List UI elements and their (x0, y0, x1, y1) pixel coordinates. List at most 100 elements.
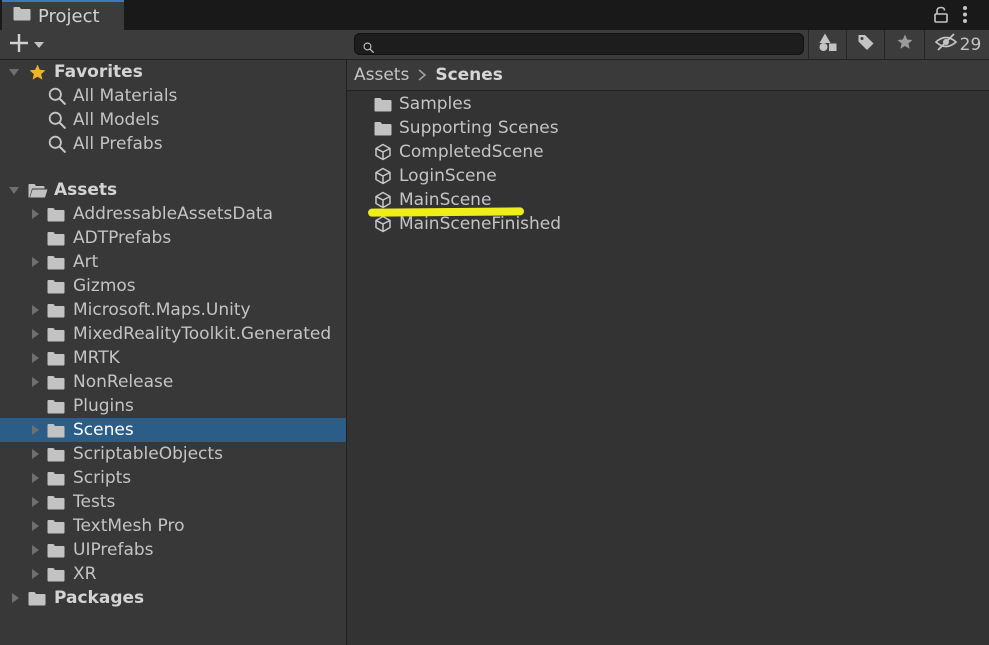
expand-arrow-right-icon[interactable] (29, 376, 41, 388)
search-icon (48, 135, 66, 153)
folder-icon (28, 591, 46, 606)
asset-label: CompletedScene (399, 142, 544, 162)
tree-folder-nonrelease[interactable]: NonRelease (0, 370, 346, 394)
folder-icon (47, 351, 65, 366)
folder-icon (47, 207, 65, 222)
tree-packages[interactable]: Packages (0, 586, 346, 610)
folder-contents-pane: Assets Scenes Samples Supporting Scenes … (347, 60, 989, 645)
expand-arrow-right-icon[interactable] (29, 208, 41, 220)
expand-arrow-right-icon[interactable] (29, 448, 41, 460)
tree-label: Packages (54, 588, 145, 608)
tree-label: All Materials (73, 86, 178, 106)
kebab-menu-icon[interactable] (961, 5, 969, 30)
tree-folder-adtprefabs[interactable]: ADTPrefabs (0, 226, 346, 250)
favorite-button[interactable] (884, 30, 925, 59)
folder-icon (374, 121, 392, 136)
tab-label: Project (38, 5, 100, 27)
project-toolbar: 29 (0, 30, 989, 60)
tree-folder-plugins[interactable]: Plugins (0, 394, 346, 418)
asset-label: Samples (399, 94, 472, 114)
unity-scene-icon (374, 167, 392, 185)
folder-open-icon (28, 183, 48, 198)
expand-arrow-right-icon[interactable] (29, 424, 41, 436)
asset-folder-supporting-scenes[interactable]: Supporting Scenes (347, 116, 989, 140)
tree-label: NonRelease (73, 372, 174, 392)
search-icon (363, 38, 374, 58)
tree-folder-microsoft-maps-unity[interactable]: Microsoft.Maps.Unity (0, 298, 346, 322)
favorite-all-models[interactable]: All Models (0, 108, 346, 132)
favorite-star-icon (28, 63, 47, 82)
tree-folder-art[interactable]: Art (0, 250, 346, 274)
tree-folder-scripts[interactable]: Scripts (0, 466, 346, 490)
label-tag-icon (857, 33, 875, 56)
tree-label: ADTPrefabs (73, 228, 172, 248)
folder-icon (47, 255, 65, 270)
expand-arrow-right-icon[interactable] (29, 544, 41, 556)
filter-by-label-button[interactable] (846, 30, 885, 59)
tree-assets[interactable]: Assets (0, 178, 346, 202)
expand-arrow-down-icon[interactable] (8, 66, 20, 78)
tree-folder-addressableassetsdata[interactable]: AddressableAssetsData (0, 202, 346, 226)
folder-icon (47, 519, 65, 534)
eye-slash-icon (934, 33, 958, 56)
tab-project[interactable]: Project (2, 0, 124, 30)
breadcrumb-item-assets[interactable]: Assets (354, 65, 409, 85)
hidden-packages-toggle[interactable]: 29 (924, 30, 989, 59)
unity-scene-icon (374, 215, 392, 233)
folder-icon (47, 543, 65, 558)
unity-scene-icon (374, 191, 392, 209)
folder-icon (47, 303, 65, 318)
tree-label: TextMesh Pro (73, 516, 185, 536)
breadcrumb-item-scenes[interactable]: Scenes (435, 65, 503, 85)
expand-arrow-right-icon[interactable] (29, 568, 41, 580)
favorite-star-icon (896, 33, 914, 56)
tree-folder-mixedrealitytoolkit-generated[interactable]: MixedRealityToolkit.Generated (0, 322, 346, 346)
search-input[interactable] (379, 35, 803, 55)
asset-scene-completedscene[interactable]: CompletedScene (347, 140, 989, 164)
tree-label: Plugins (73, 396, 134, 416)
tree-label: Scripts (73, 468, 132, 488)
tree-folder-uiprefabs[interactable]: UIPrefabs (0, 538, 346, 562)
asset-scene-loginscene[interactable]: LoginScene (347, 164, 989, 188)
tree-label: XR (73, 564, 97, 584)
expand-arrow-right-icon[interactable] (29, 496, 41, 508)
tree-folder-scenes[interactable]: Scenes (0, 418, 346, 442)
favorite-all-prefabs[interactable]: All Prefabs (0, 132, 346, 156)
search-icon (48, 111, 66, 129)
tree-folder-scriptableobjects[interactable]: ScriptableObjects (0, 442, 346, 466)
expand-arrow-right-icon[interactable] (29, 304, 41, 316)
lock-icon[interactable] (933, 6, 949, 28)
tree-label: UIPrefabs (73, 540, 154, 560)
plus-icon (8, 32, 30, 59)
favorite-all-materials[interactable]: All Materials (0, 84, 346, 108)
expand-arrow-down-icon[interactable] (8, 184, 20, 196)
tree-label: All Models (73, 110, 160, 130)
window-tab-bar: Project (0, 0, 989, 30)
folder-icon (47, 447, 65, 462)
folder-icon (47, 471, 65, 486)
expand-arrow-right-icon[interactable] (29, 472, 41, 484)
tree-folder-tests[interactable]: Tests (0, 490, 346, 514)
highlight-annotation (367, 207, 525, 217)
tree-folder-mrtk[interactable]: MRTK (0, 346, 346, 370)
folder-icon (47, 399, 65, 414)
tree-label: Favorites (54, 62, 143, 82)
tree-folder-xr[interactable]: XR (0, 562, 346, 586)
tree-folder-gizmos[interactable]: Gizmos (0, 274, 346, 298)
search-field[interactable] (354, 33, 804, 55)
expand-arrow-right-icon[interactable] (9, 592, 21, 604)
expand-arrow-right-icon[interactable] (29, 256, 41, 268)
tree-label: Art (73, 252, 99, 272)
filter-by-type-button[interactable] (808, 30, 847, 59)
asset-folder-samples[interactable]: Samples (347, 92, 989, 116)
expand-arrow-right-icon[interactable] (29, 328, 41, 340)
tree-folder-textmesh-pro[interactable]: TextMesh Pro (0, 514, 346, 538)
hidden-packages-count: 29 (959, 34, 982, 55)
create-button[interactable] (8, 33, 50, 57)
tree-label: All Prefabs (73, 134, 163, 154)
expand-arrow-right-icon[interactable] (29, 520, 41, 532)
folder-icon (47, 327, 65, 342)
expand-arrow-right-icon[interactable] (29, 352, 41, 364)
tree-favorites[interactable]: Favorites (0, 60, 346, 84)
folder-icon (374, 97, 392, 112)
